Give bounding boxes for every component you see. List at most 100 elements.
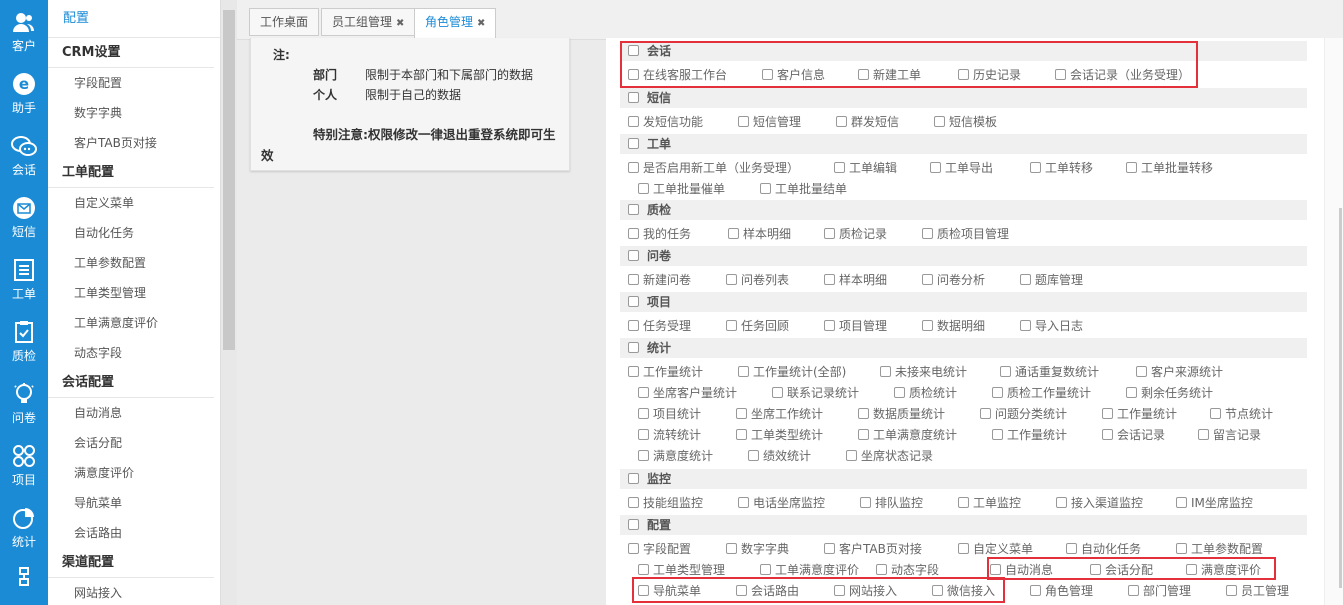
permission-option[interactable]: 数字字典 <box>726 540 789 558</box>
permission-option[interactable]: 节点统计 <box>1210 405 1273 423</box>
checkbox[interactable] <box>860 497 871 508</box>
menu-item[interactable]: 工单参数配置 <box>48 248 220 278</box>
checkbox[interactable] <box>894 387 905 398</box>
checkbox[interactable] <box>1056 497 1067 508</box>
permission-option[interactable]: 质检工作量统计 <box>992 384 1091 402</box>
checkbox[interactable] <box>922 274 933 285</box>
permission-option[interactable]: 工作量统计 <box>1102 405 1177 423</box>
checkbox[interactable] <box>992 387 1003 398</box>
permission-option[interactable]: 题库管理 <box>1020 271 1083 289</box>
permission-option[interactable]: 字段配置 <box>628 540 691 558</box>
menu-item[interactable]: 会话分配 <box>48 428 220 458</box>
menu-item[interactable]: 满意度评价 <box>48 458 220 488</box>
checkbox[interactable] <box>628 162 639 173</box>
permission-option[interactable]: 绩效统计 <box>748 447 811 465</box>
menu-group-crm[interactable]: CRM设置 <box>48 38 214 68</box>
menu-scrollbar[interactable] <box>221 0 237 605</box>
checkbox[interactable] <box>638 564 649 575</box>
checkbox[interactable] <box>1066 543 1077 554</box>
rail-item-stats[interactable]: 统计 <box>0 496 48 558</box>
rail-item-survey[interactable]: 问卷 <box>0 372 48 434</box>
checkbox[interactable] <box>1136 366 1147 377</box>
close-icon[interactable]: ✖ <box>396 18 404 29</box>
checkbox[interactable] <box>1102 408 1113 419</box>
checkbox[interactable] <box>1176 543 1187 554</box>
permission-option[interactable]: IM坐席监控 <box>1176 494 1253 512</box>
menu-item[interactable]: 自动化任务 <box>48 218 220 248</box>
permission-option[interactable]: 短信模板 <box>934 113 997 131</box>
checkbox[interactable] <box>738 366 749 377</box>
checkbox[interactable] <box>824 320 835 331</box>
menu-item[interactable]: 动态字段 <box>48 338 220 368</box>
tab-role-management[interactable]: 角色管理 ✖ <box>414 8 497 39</box>
permission-option[interactable]: 质检记录 <box>824 225 887 243</box>
permission-option[interactable]: 角色管理 <box>1030 582 1093 600</box>
checkbox[interactable] <box>934 116 945 127</box>
permission-option[interactable]: 留言记录 <box>1198 426 1261 444</box>
permission-option[interactable]: 未接来电统计 <box>880 363 967 381</box>
scroll-thumb[interactable] <box>1339 208 1342 588</box>
checkbox[interactable] <box>858 408 869 419</box>
menu-item[interactable]: 导航菜单 <box>48 488 220 518</box>
permission-option[interactable]: 工单编辑 <box>834 159 897 177</box>
permission-option[interactable]: 会话记录 <box>1102 426 1165 444</box>
permission-option[interactable]: 工单参数配置 <box>1176 540 1263 558</box>
permission-option[interactable]: 数据质量统计 <box>858 405 945 423</box>
checkbox[interactable] <box>880 366 891 377</box>
permission-option[interactable]: 是否启用新工单（业务受理） <box>628 159 799 177</box>
checkbox[interactable] <box>1226 585 1237 596</box>
checkbox[interactable] <box>836 116 847 127</box>
rail-item-customer[interactable]: 客户 <box>0 0 48 62</box>
permission-option[interactable]: 质检项目管理 <box>922 225 1009 243</box>
permission-option[interactable]: 流转统计 <box>638 426 701 444</box>
permission-option[interactable]: 项目统计 <box>638 405 701 423</box>
permission-option[interactable]: 电话坐席监控 <box>738 494 825 512</box>
section-checkbox[interactable] <box>628 138 639 149</box>
menu-group-ticket[interactable]: 工单配置 <box>48 158 214 188</box>
menu-group-chat[interactable]: 会话配置 <box>48 368 214 398</box>
permission-option[interactable]: 项目管理 <box>824 317 887 335</box>
close-icon[interactable]: ✖ <box>477 18 485 29</box>
permission-option[interactable]: 导入日志 <box>1020 317 1083 335</box>
section-header[interactable]: 统计 <box>620 338 1307 358</box>
checkbox[interactable] <box>748 450 759 461</box>
checkbox[interactable] <box>728 228 739 239</box>
menu-item[interactable]: 字段配置 <box>48 68 220 98</box>
checkbox[interactable] <box>638 429 649 440</box>
permission-option[interactable]: 部门管理 <box>1128 582 1191 600</box>
checkbox[interactable] <box>1020 274 1031 285</box>
sitemap-icon[interactable] <box>0 565 48 605</box>
checkbox[interactable] <box>628 274 639 285</box>
permission-option[interactable]: 客户来源统计 <box>1136 363 1223 381</box>
checkbox[interactable] <box>726 543 737 554</box>
permission-option[interactable]: 通话重复数统计 <box>1000 363 1099 381</box>
permission-option[interactable]: 问卷分析 <box>922 271 985 289</box>
permission-option[interactable]: 工单批量结单 <box>760 180 847 198</box>
checkbox[interactable] <box>736 408 747 419</box>
checkbox[interactable] <box>628 116 639 127</box>
checkbox[interactable] <box>958 543 969 554</box>
section-header[interactable]: 监控 <box>620 469 1307 489</box>
permission-option[interactable]: 工单监控 <box>958 494 1021 512</box>
permission-option[interactable]: 工作量统计 <box>628 363 703 381</box>
permission-option[interactable]: 接入渠道监控 <box>1056 494 1143 512</box>
checkbox[interactable] <box>638 408 649 419</box>
section-checkbox[interactable] <box>628 519 639 530</box>
section-checkbox[interactable] <box>628 342 639 353</box>
scroll-thumb[interactable] <box>223 10 235 350</box>
checkbox[interactable] <box>628 543 639 554</box>
checkbox[interactable] <box>726 274 737 285</box>
menu-title[interactable]: 配置 <box>48 0 220 38</box>
section-header[interactable]: 问卷 <box>620 246 1307 266</box>
permission-option[interactable]: 工单批量转移 <box>1126 159 1213 177</box>
section-checkbox[interactable] <box>628 296 639 307</box>
checkbox[interactable] <box>726 320 737 331</box>
menu-item[interactable]: 网站接入 <box>48 578 220 605</box>
checkbox[interactable] <box>824 543 835 554</box>
checkbox[interactable] <box>1210 408 1221 419</box>
checkbox[interactable] <box>824 274 835 285</box>
permission-option[interactable]: 坐席状态记录 <box>846 447 933 465</box>
checkbox[interactable] <box>876 564 887 575</box>
checkbox[interactable] <box>1020 320 1031 331</box>
menu-item[interactable]: 工单类型管理 <box>48 278 220 308</box>
